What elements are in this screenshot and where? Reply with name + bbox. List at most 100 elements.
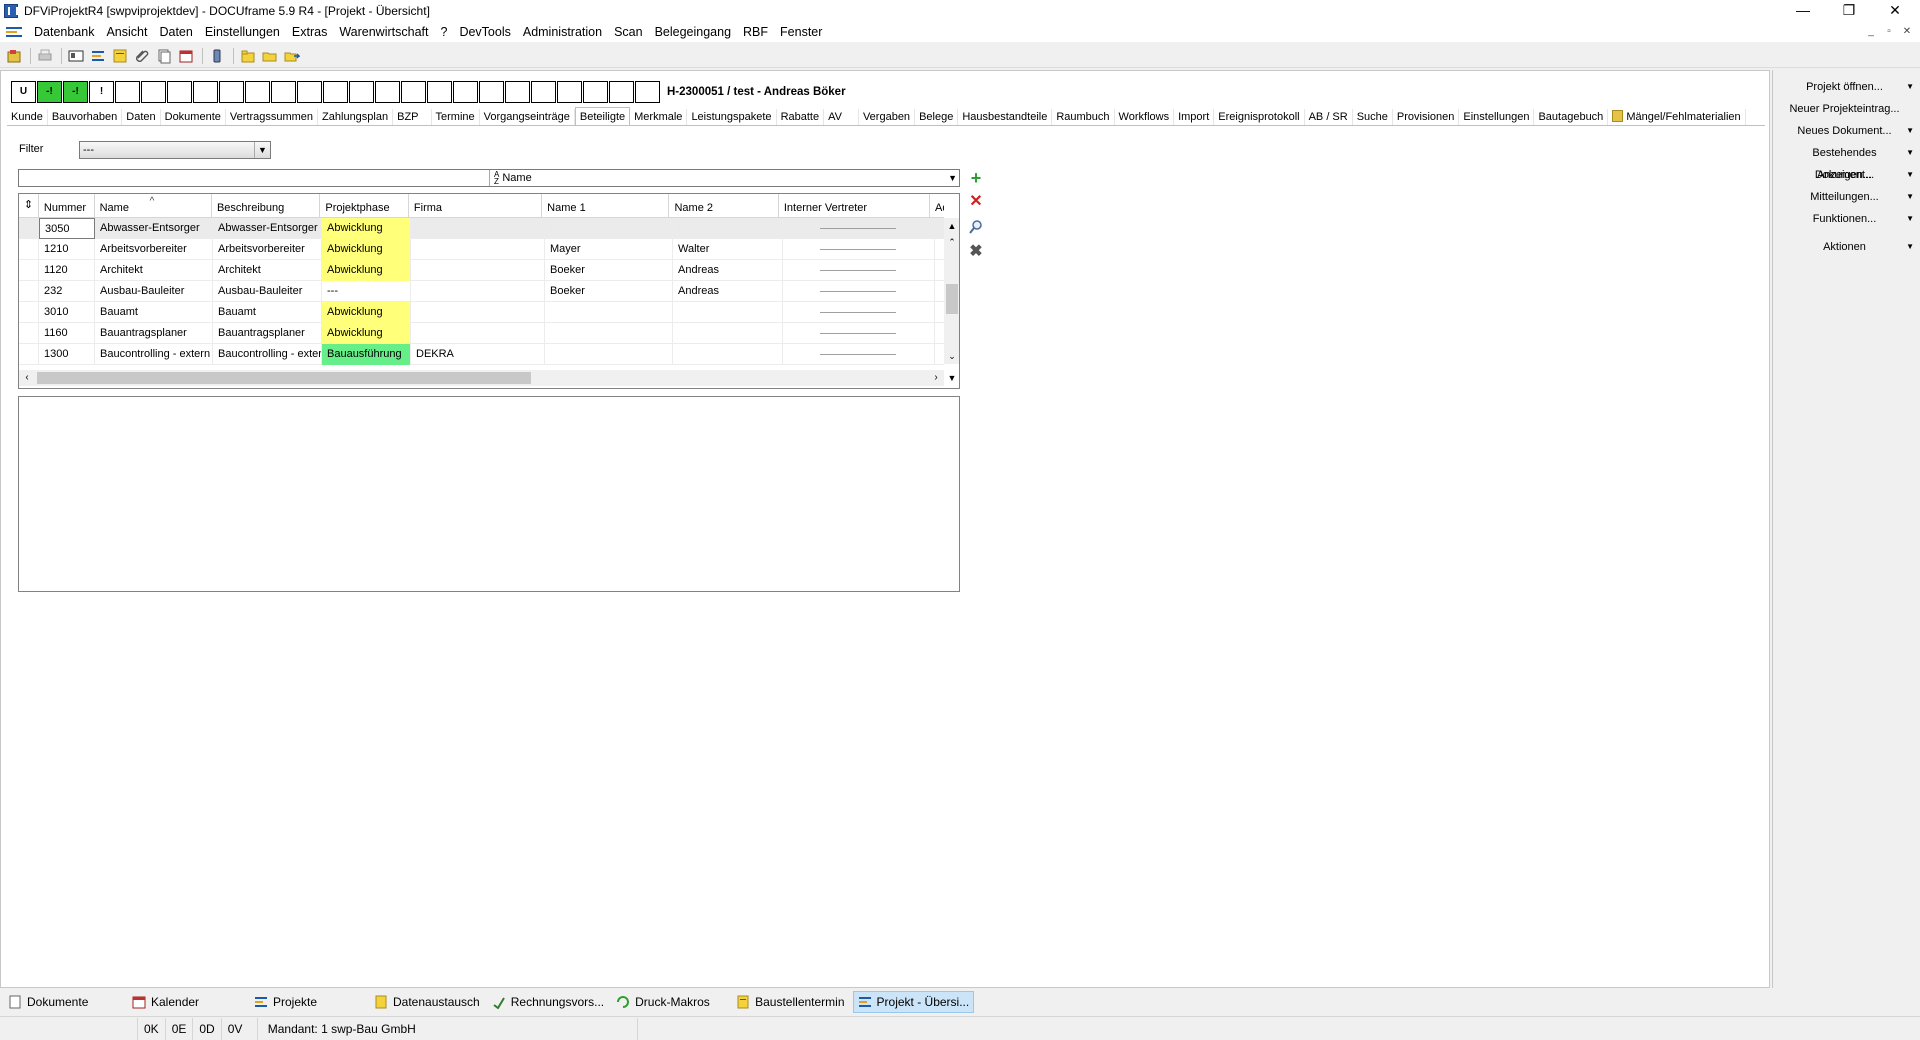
tab-bautagebuch[interactable]: Bautagebuch (1534, 109, 1609, 125)
tab-suche[interactable]: Suche (1352, 109, 1393, 125)
cell-name2[interactable] (673, 218, 783, 239)
tab-vorgangseintraege[interactable]: Vorgangseinträge (479, 109, 575, 125)
status-box[interactable] (245, 81, 270, 103)
table-row[interactable]: 1160 Bauantragsplaner Bauantragsplaner A… (19, 323, 944, 344)
menu-extras[interactable]: Extras (286, 25, 333, 39)
search-icon[interactable] (967, 219, 985, 237)
minimize-button[interactable]: — (1780, 0, 1826, 22)
scroll-right-icon[interactable]: › (928, 370, 944, 386)
cell-name2[interactable] (673, 344, 783, 365)
cell-name[interactable]: Bauantragsplaner (95, 323, 213, 344)
cell-name1[interactable] (545, 218, 673, 239)
menu-administration[interactable]: Administration (517, 25, 608, 39)
cell-nummer[interactable]: 1300 (39, 344, 95, 365)
cell-nummer[interactable]: 3010 (39, 302, 95, 323)
tab-daten[interactable]: Daten (122, 109, 161, 125)
tab-leistungspakete[interactable]: Leistungspakete (687, 109, 777, 125)
tab-zahlungsplan[interactable]: Zahlungsplan (318, 109, 394, 125)
scroll-left-icon[interactable]: ‹ (19, 370, 35, 386)
tab-belege[interactable]: Belege (915, 109, 959, 125)
cell-name2[interactable] (673, 302, 783, 323)
new-folder-icon[interactable] (238, 46, 258, 66)
address-card-icon[interactable] (66, 46, 86, 66)
sidebar-item-funktionen[interactable]: Funktionen... ▼ (1773, 208, 1920, 230)
task-dokumente[interactable]: Dokumente (4, 991, 124, 1013)
tab-termine[interactable]: Termine (431, 109, 480, 125)
attachment-icon[interactable] (132, 46, 152, 66)
status-box[interactable] (427, 81, 452, 103)
menu-app-icon[interactable] (6, 25, 22, 39)
sidebar-item-neues-dokument[interactable]: Neues Dokument... ▼ (1773, 120, 1920, 142)
scroll-top-icon[interactable]: ▲ (944, 218, 959, 234)
tab-maengel[interactable]: Mängel/Fehlmaterialien (1608, 109, 1746, 125)
cell-interner-vertreter[interactable] (783, 344, 935, 365)
cell-beschreibung[interactable]: Ausbau-Bauleiter (213, 281, 322, 302)
cell-projektphase[interactable]: Abwicklung (322, 323, 411, 344)
status-box[interactable] (193, 81, 218, 103)
cell-name[interactable]: Baucontrolling - extern (95, 344, 213, 365)
task-baustellentermin[interactable]: Baustellentermin (732, 991, 848, 1013)
status-box[interactable] (453, 81, 478, 103)
menu-belegeingang[interactable]: Belegeingang (649, 25, 737, 39)
remove-icon[interactable]: ✖ (967, 243, 985, 261)
tab-dokumente[interactable]: Dokumente (160, 109, 226, 125)
mdi-close-button[interactable]: ✕ (1898, 22, 1916, 42)
status-box[interactable]: ! (89, 81, 114, 103)
status-box[interactable] (635, 81, 660, 103)
menu-einstellungen[interactable]: Einstellungen (199, 25, 286, 39)
cell-name[interactable]: Bauamt (95, 302, 213, 323)
status-box[interactable]: -! (37, 81, 62, 103)
status-box[interactable] (297, 81, 322, 103)
tab-merkmale[interactable]: Merkmale (630, 109, 688, 125)
table-row[interactable]: 1210 Arbeitsvorbereiter Arbeitsvorbereit… (19, 239, 944, 260)
cell-name[interactable]: Ausbau-Bauleiter (95, 281, 213, 302)
status-box[interactable] (479, 81, 504, 103)
task-rechnungsvors[interactable]: Rechnungsvors... (488, 991, 608, 1013)
cell-name1[interactable] (545, 323, 673, 344)
status-box[interactable] (375, 81, 400, 103)
tab-hausbestandteile[interactable]: Hausbestandteile (958, 109, 1053, 125)
status-box[interactable] (323, 81, 348, 103)
status-box[interactable] (531, 81, 556, 103)
cell-name1[interactable]: Mayer (545, 239, 673, 260)
mdi-restore-button[interactable]: ▫ (1880, 22, 1898, 42)
row-selector[interactable] (19, 260, 39, 281)
column-chooser-icon[interactable]: ⇕ (19, 194, 39, 218)
cell-beschreibung[interactable]: Bauantragsplaner (213, 323, 322, 344)
export-folder-icon[interactable] (282, 46, 302, 66)
calendar-icon[interactable] (176, 46, 196, 66)
tab-kunde[interactable]: Kunde (7, 109, 48, 125)
menu-devtools[interactable]: DevTools (453, 25, 516, 39)
column-header-nummer[interactable]: Nummer (39, 194, 95, 218)
table-row[interactable]: 1120 Architekt Architekt Abwicklung Boek… (19, 260, 944, 281)
task-kalender[interactable]: Kalender (128, 991, 246, 1013)
cell-firma[interactable]: DEKRA (411, 344, 545, 365)
tab-ereignisprotokoll[interactable]: Ereignisprotokoll (1214, 109, 1305, 125)
cell-projektphase[interactable]: Bauausführung (322, 344, 411, 365)
vertical-scrollbar[interactable]: ▲ ⌃ ⌄ (944, 218, 959, 364)
column-header-ad[interactable]: Ad (930, 194, 944, 218)
cell-projektphase[interactable]: Abwicklung (322, 239, 411, 260)
vertical-scroll-thumb[interactable] (946, 284, 958, 314)
tab-import[interactable]: Import (1174, 109, 1215, 125)
cell-name[interactable]: Abwasser-Entsorger (95, 218, 213, 239)
scroll-down-icon[interactable]: ⌄ (944, 348, 959, 364)
table-row[interactable]: 3010 Bauamt Bauamt Abwicklung (19, 302, 944, 323)
tab-rabatte[interactable]: Rabatte (776, 109, 825, 125)
row-selector[interactable] (19, 302, 39, 323)
status-box[interactable] (349, 81, 374, 103)
tab-ab-sr[interactable]: AB / SR (1304, 109, 1353, 125)
menu-rbf[interactable]: RBF (737, 25, 774, 39)
task-druck-makros[interactable]: Druck-Makros (612, 991, 728, 1013)
cell-name2[interactable] (673, 323, 783, 344)
close-button[interactable]: ✕ (1872, 0, 1918, 22)
cell-beschreibung[interactable]: Abwasser-Entsorger (213, 218, 322, 239)
cell-beschreibung[interactable]: Baucontrolling - exter (213, 344, 322, 365)
cell-nummer[interactable]: 1160 (39, 323, 95, 344)
cell-name2[interactable]: Andreas (673, 281, 783, 302)
cell-interner-vertreter[interactable] (783, 218, 935, 239)
column-header-firma[interactable]: Firma (409, 194, 543, 218)
phone-icon[interactable] (207, 46, 227, 66)
filter-dropdown[interactable]: --- ▼ (79, 141, 271, 159)
cell-nummer[interactable]: 3050 (39, 218, 95, 239)
